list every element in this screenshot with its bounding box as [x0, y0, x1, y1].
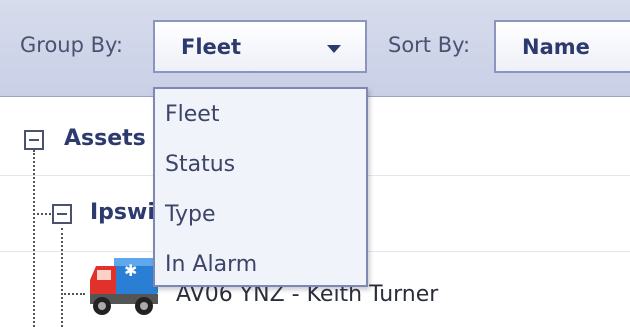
group-by-dropdown: Fleet Status Type In Alarm	[153, 87, 368, 287]
group-by-value: Fleet	[181, 35, 242, 59]
tree-connector	[61, 228, 63, 327]
group-by-select[interactable]: Fleet	[153, 20, 367, 73]
tree-connector	[33, 213, 51, 215]
chevron-down-icon	[327, 45, 341, 53]
dropdown-option-in-alarm[interactable]: In Alarm	[165, 252, 257, 277]
tree-connector	[61, 293, 85, 295]
toolbar: Group By: Fleet Sort By: Name	[0, 0, 630, 97]
collapse-icon[interactable]	[24, 130, 44, 150]
group-by-label: Group By:	[20, 33, 123, 57]
tree-connector	[33, 150, 35, 327]
dropdown-option-fleet[interactable]: Fleet	[165, 102, 219, 127]
collapse-icon[interactable]	[52, 204, 72, 224]
tree-root-label[interactable]: Assets	[64, 126, 146, 151]
sort-by-label: Sort By:	[388, 33, 471, 57]
dropdown-option-type[interactable]: Type	[165, 202, 216, 227]
dropdown-option-status[interactable]: Status	[165, 152, 235, 177]
sort-by-value: Name	[522, 35, 590, 59]
sort-by-select[interactable]: Name	[494, 20, 630, 73]
truck-icon: ✱	[90, 258, 158, 315]
svg-text:✱: ✱	[124, 261, 137, 280]
